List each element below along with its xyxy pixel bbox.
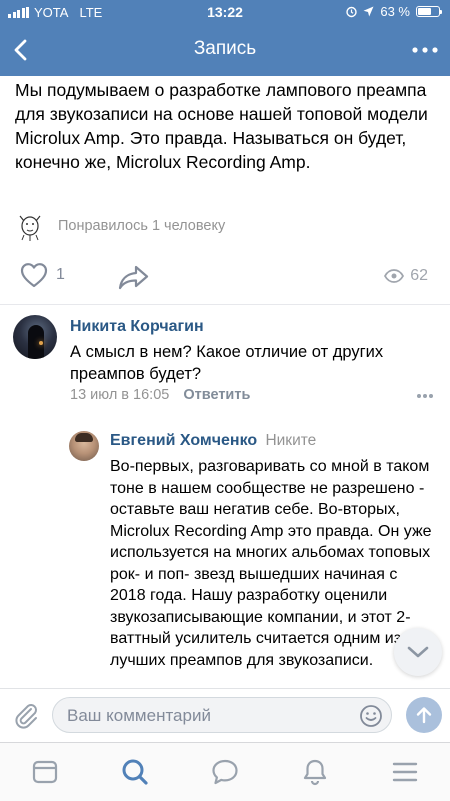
reply-to-label[interactable]: Никите xyxy=(265,432,316,449)
battery-percent: 63 % xyxy=(380,4,410,19)
location-icon xyxy=(363,6,374,17)
avatar[interactable] xyxy=(13,315,57,359)
comment-date: 13 июл в 16:05 xyxy=(70,387,170,403)
like-button[interactable]: 1 xyxy=(20,262,65,288)
avatar[interactable] xyxy=(69,431,99,461)
messages-icon[interactable] xyxy=(210,757,240,787)
page-title: Запись xyxy=(193,38,257,59)
chevron-down-icon xyxy=(407,646,429,658)
news-feed-icon[interactable] xyxy=(30,757,60,787)
comment-more-icon[interactable] xyxy=(416,393,434,399)
reply-comment-header: Евгений Хомченко Никите xyxy=(110,432,316,450)
navigation-bar: Запись xyxy=(0,24,450,76)
comment-text: Во-первых, разговаривать со мной в таком… xyxy=(110,458,432,669)
paperclip-icon[interactable] xyxy=(12,701,40,729)
menu-icon[interactable] xyxy=(390,757,420,787)
divider xyxy=(0,304,450,305)
comment-input[interactable]: Ваш комментарий xyxy=(52,697,392,733)
scroll-down-button[interactable] xyxy=(394,628,442,676)
heart-icon xyxy=(20,263,48,288)
comment-text: А смысл в нем? Какое отличие от других п… xyxy=(70,343,384,383)
more-dots-icon[interactable] xyxy=(412,42,438,58)
comment-placeholder: Ваш комментарий xyxy=(67,706,211,725)
liker-avatar-icon xyxy=(15,211,45,241)
comment-meta: 13 июл в 16:05 Ответить xyxy=(70,387,250,403)
comment-author[interactable]: Евгений Хомченко xyxy=(110,432,257,449)
tab-bar xyxy=(0,742,450,801)
comment-composer: Ваш комментарий xyxy=(0,688,450,741)
eye-icon xyxy=(384,269,405,283)
alarm-icon xyxy=(346,6,358,18)
post-actions: 1 62 xyxy=(0,262,450,296)
arrow-up-icon xyxy=(416,707,432,724)
like-count: 1 xyxy=(56,266,65,283)
comment-author[interactable]: Никита Корчагин xyxy=(70,318,204,336)
battery-icon xyxy=(416,6,442,17)
status-right: 63 % xyxy=(346,4,442,19)
share-arrow-icon[interactable] xyxy=(118,264,150,290)
views-counter: 62 xyxy=(384,267,428,285)
search-icon[interactable] xyxy=(120,757,150,787)
liked-by-row[interactable]: Понравилось 1 человеку xyxy=(14,210,225,242)
views-count: 62 xyxy=(410,267,428,284)
status-bar: YOTA LTE 13:22 63 % xyxy=(0,0,450,24)
notifications-bell-icon[interactable] xyxy=(300,757,330,787)
send-button[interactable] xyxy=(406,697,442,733)
battery-fill xyxy=(418,8,431,15)
reply-button[interactable]: Ответить xyxy=(183,387,250,403)
smile-icon[interactable] xyxy=(359,704,383,728)
liked-by-text: Понравилось 1 человеку xyxy=(58,218,226,234)
post-text: Мы подумываем о разработке лампового пре… xyxy=(15,80,428,172)
